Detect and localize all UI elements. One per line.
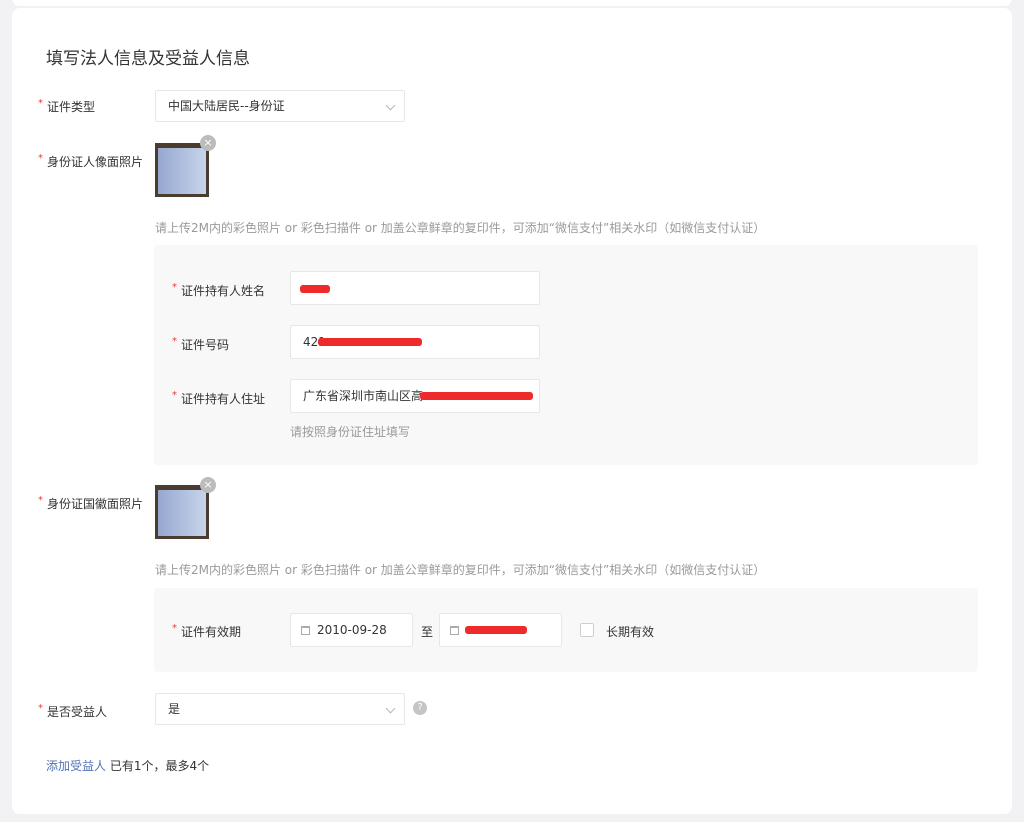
redaction-mark xyxy=(465,626,527,634)
long-term-checkbox[interactable] xyxy=(580,623,594,637)
id-type-select[interactable]: 中国大陆居民--身份证 xyxy=(155,90,405,122)
required-marker: * xyxy=(38,153,43,164)
previous-card xyxy=(12,0,1012,6)
date-range-separator: 至 xyxy=(421,625,434,639)
holder-address-hint: 请按照身份证住址填写 xyxy=(290,425,411,439)
chevron-down-icon xyxy=(385,703,396,714)
is-beneficiary-select[interactable]: 是 xyxy=(155,693,405,725)
required-marker: * xyxy=(172,336,177,347)
calendar-icon xyxy=(301,626,310,635)
add-beneficiary-link[interactable]: 添加受益人 xyxy=(46,759,106,773)
chevron-down-icon xyxy=(385,100,396,111)
back-photo-delete-icon[interactable]: × xyxy=(200,477,216,493)
beneficiary-count-row: 添加受益人 已有1个，最多4个 xyxy=(46,757,209,774)
beneficiary-count-text: 已有1个，最多4个 xyxy=(109,759,210,773)
back-photo-hint: 请上传2M内的彩色照片 or 彩色扫描件 or 加盖公章鲜章的复印件，可添加“微… xyxy=(155,563,766,577)
long-term-label: 长期有效 xyxy=(606,625,655,639)
back-photo-label: * 身份证国徽面照片 xyxy=(38,495,144,511)
page-title: 填写法人信息及受益人信息 xyxy=(46,49,250,69)
validity-panel xyxy=(154,588,978,672)
required-marker: * xyxy=(38,703,43,714)
redaction-mark xyxy=(300,285,330,293)
required-marker: * xyxy=(38,495,43,506)
required-marker: * xyxy=(172,623,177,634)
holder-details-panel xyxy=(154,245,978,465)
validity-start-date[interactable]: 2010-09-28 xyxy=(290,613,413,647)
help-icon[interactable]: ? xyxy=(413,701,427,715)
front-photo-thumbnail[interactable] xyxy=(155,143,209,197)
front-photo-label: * 身份证人像面照片 xyxy=(38,153,144,169)
required-marker: * xyxy=(172,390,177,401)
id-type-label: * 证件类型 xyxy=(38,98,96,114)
validity-label: * 证件有效期 xyxy=(172,623,242,639)
holder-address-label: * 证件持有人住址 xyxy=(172,390,266,406)
id-number-label: * 证件号码 xyxy=(172,336,230,352)
redaction-mark xyxy=(420,392,533,400)
required-marker: * xyxy=(38,98,43,109)
back-photo-thumbnail[interactable] xyxy=(155,485,209,539)
calendar-icon xyxy=(450,626,459,635)
front-photo-delete-icon[interactable]: × xyxy=(200,135,216,151)
is-beneficiary-value: 是 xyxy=(168,702,181,716)
front-photo-hint: 请上传2M内的彩色照片 or 彩色扫描件 or 加盖公章鲜章的复印件，可添加“微… xyxy=(155,221,766,235)
holder-name-label: * 证件持有人姓名 xyxy=(172,282,266,298)
required-marker: * xyxy=(172,282,177,293)
is-beneficiary-label: * 是否受益人 xyxy=(38,703,108,719)
redaction-mark xyxy=(318,338,422,346)
id-type-value: 中国大陆居民--身份证 xyxy=(168,99,285,113)
